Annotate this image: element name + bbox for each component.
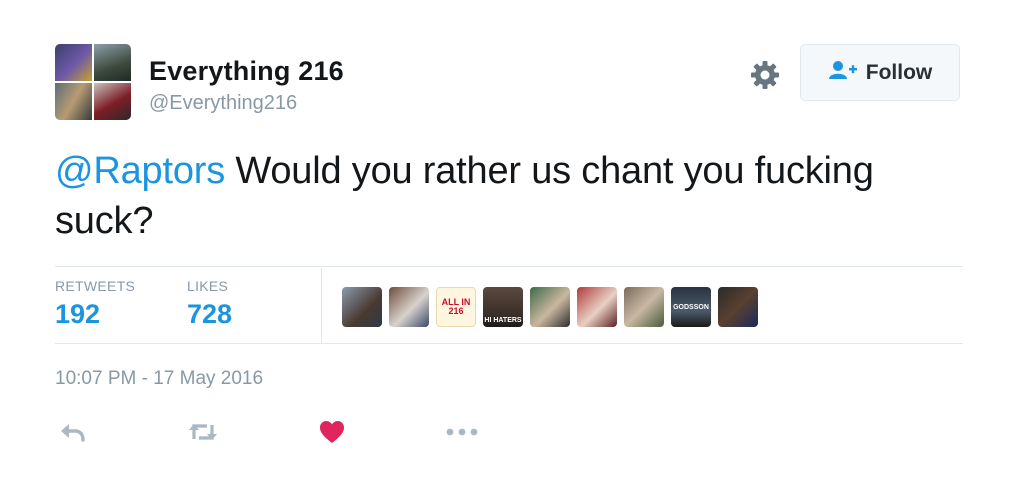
mention-link[interactable]: @Raptors <box>55 150 225 192</box>
liker-avatar-text: HI HATERS <box>484 317 522 324</box>
divider-top <box>55 266 963 267</box>
display-name[interactable]: Everything 216 <box>149 56 344 87</box>
tweet-timestamp[interactable]: 10:07 PM - 17 May 2016 <box>55 368 263 390</box>
follow-button[interactable]: Follow <box>800 44 960 101</box>
liker-avatar[interactable] <box>530 287 570 327</box>
follow-person-plus-icon <box>828 60 858 85</box>
retweets-label: RETWEETS <box>55 278 136 294</box>
tweet-text: @Raptors Would you rather us chant you f… <box>55 146 965 246</box>
follow-label: Follow <box>865 60 933 84</box>
liker-avatar[interactable] <box>718 287 758 327</box>
likes-stat[interactable]: LIKES 728 <box>187 278 232 330</box>
liker-avatar[interactable]: HI HATERS <box>483 287 523 327</box>
liker-avatar-text: ALL IN 216 <box>441 297 471 316</box>
liker-avatar-text: GODSSON <box>673 303 709 311</box>
liker-avatar[interactable] <box>577 287 617 327</box>
user-avatar[interactable] <box>55 44 131 120</box>
more-dots-icon[interactable] <box>445 416 479 448</box>
retweets-count: 192 <box>55 299 101 329</box>
likes-count: 728 <box>187 299 233 329</box>
liker-avatar[interactable]: ALL IN 216 <box>436 287 476 327</box>
retweet-icon[interactable] <box>187 416 219 448</box>
screen-name[interactable]: @Everything216 <box>149 92 297 115</box>
reply-icon[interactable] <box>59 416 85 448</box>
liker-avatar[interactable]: GODSSON <box>671 287 711 327</box>
gear-icon[interactable] <box>750 60 780 90</box>
likes-label: LIKES <box>187 278 229 294</box>
liker-avatar[interactable] <box>342 287 382 327</box>
liker-avatars: ALL IN 216 HI HATERS GODSSON <box>342 287 758 327</box>
liker-avatar[interactable] <box>389 287 429 327</box>
divider-bottom <box>55 343 963 344</box>
stats-separator <box>321 268 322 343</box>
retweets-stat[interactable]: RETWEETS 192 <box>55 278 135 330</box>
liker-avatar[interactable] <box>624 287 664 327</box>
like-heart-icon[interactable] <box>319 416 345 448</box>
